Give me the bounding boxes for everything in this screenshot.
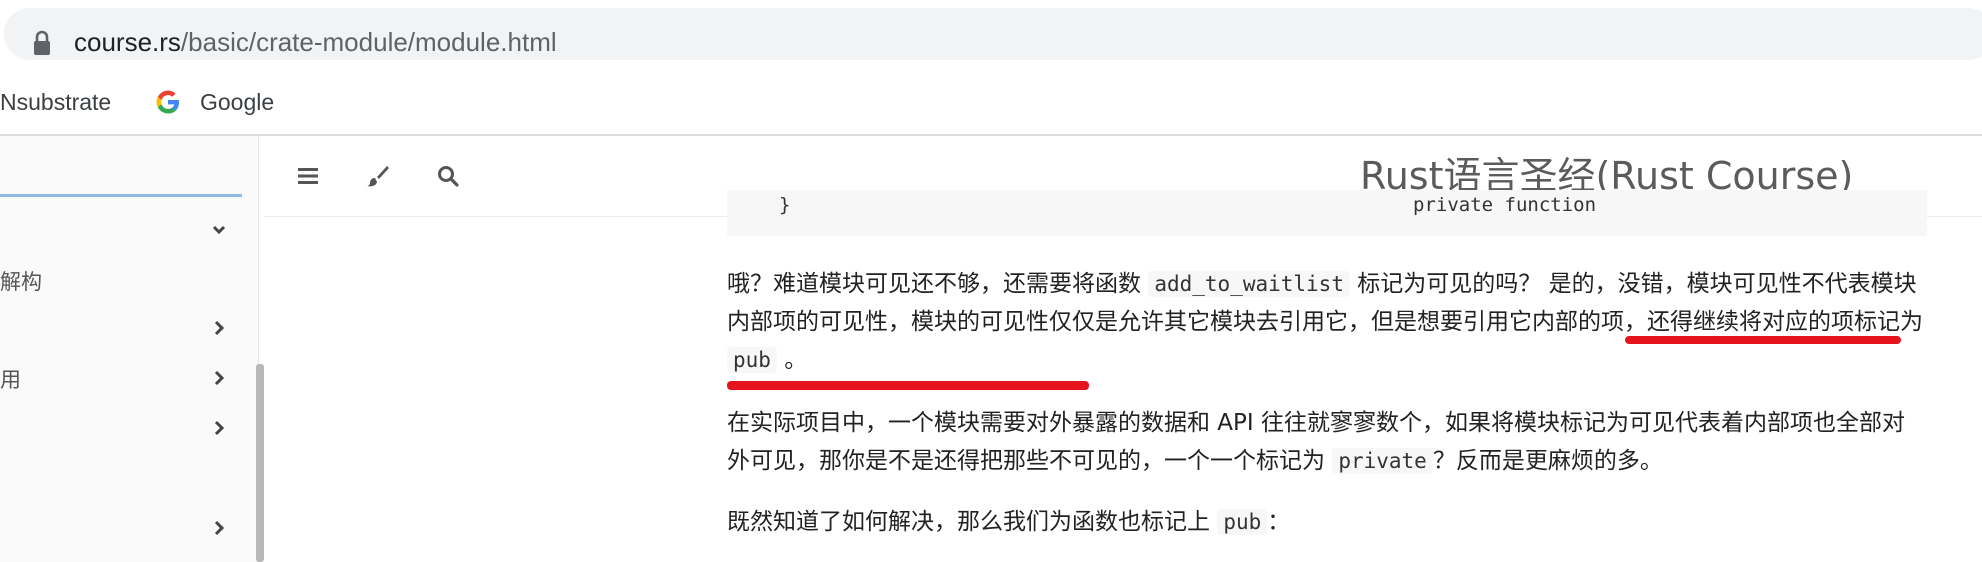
code-block: } private function (727, 190, 1927, 236)
inline-code: pub (1217, 509, 1268, 535)
chevron-right-icon[interactable] (212, 370, 226, 386)
red-underline-annotation (727, 381, 1089, 390)
url-host: course.rs (74, 27, 181, 57)
inline-code: private (1332, 448, 1433, 474)
url-path: /basic/crate-module/module.html (180, 27, 557, 57)
paintbrush-icon[interactable] (366, 164, 390, 188)
bookmarks-bar: Nsubstrate Google (0, 68, 1982, 136)
inline-code: add_to_waitlist (1148, 271, 1350, 297)
lock-icon[interactable] (32, 30, 52, 56)
text-run: ？反而是更麻烦的多。 (1432, 448, 1663, 474)
sidebar-item-destructuring[interactable]: 解构 (0, 266, 42, 296)
search-icon[interactable] (436, 164, 460, 188)
chevron-right-icon[interactable] (212, 420, 226, 436)
chevron-down-icon[interactable] (212, 222, 226, 238)
url-field[interactable]: course.rs/basic/crate-module/module.html (4, 8, 1982, 60)
highlighted-text: 想要引用它内部的项，还得继续将对应的项标记为 (1417, 309, 1923, 335)
sidebar-search-focus-line[interactable] (0, 194, 242, 197)
text-run: 既然知道了如何解决，那么我们为函数也标记上 (727, 509, 1218, 535)
bookmark-google[interactable]: Google (200, 88, 274, 116)
inline-code: pub (727, 347, 777, 373)
text-run: 哦？难道模块可见还不够，还需要将函数 (727, 271, 1149, 297)
sidebar-scrollbar[interactable] (256, 364, 264, 562)
red-underline-annotation (1625, 336, 1901, 344)
google-icon[interactable] (154, 88, 182, 116)
code-fragment-left: } (779, 194, 791, 216)
text-run: ： (1267, 509, 1291, 535)
text-run: 在实际项目中，一个模块需要对外暴露的数据和 API 往往就寥寥数个，如果将模块标… (727, 410, 1906, 474)
chevron-right-icon[interactable] (212, 520, 226, 536)
paragraph-api-exposure: 在实际项目中，一个模块需要对外暴露的数据和 API 往往就寥寥数个，如果将模块标… (727, 404, 1927, 480)
sidebar: 解构 用 (0, 136, 259, 562)
paragraph-module-visibility: 哦？难道模块可见还不够，还需要将函数 add_to_waitlist 标记为可见… (727, 265, 1927, 379)
browser-address-bar: course.rs/basic/crate-module/module.html (0, 0, 1982, 68)
code-fragment-right: private function (1413, 194, 1597, 216)
chevron-right-icon[interactable] (212, 320, 226, 336)
text-run: 。 (776, 347, 808, 373)
paragraph-mark-pub: 既然知道了如何解决，那么我们为函数也标记上 pub： (727, 503, 1927, 541)
sidebar-item-usage[interactable]: 用 (0, 364, 21, 394)
bookmark-nsubstrate[interactable]: Nsubstrate (0, 88, 111, 116)
hamburger-menu-icon[interactable] (296, 164, 320, 188)
url-text[interactable]: course.rs/basic/crate-module/module.html (74, 23, 557, 61)
